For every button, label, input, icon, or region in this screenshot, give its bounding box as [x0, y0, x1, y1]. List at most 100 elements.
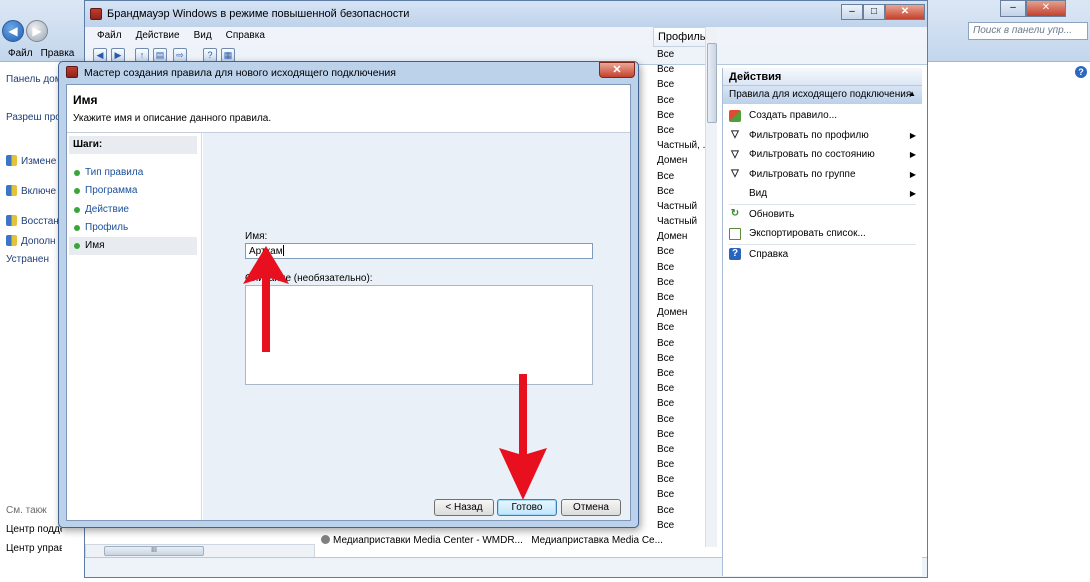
cancel-button[interactable]: Отмена — [561, 499, 621, 516]
action-help[interactable]: ? Справка — [723, 245, 922, 265]
profile-cell: Все — [657, 109, 675, 121]
sidebar-link-support[interactable]: Центр подде — [6, 524, 62, 535]
profile-cell: Все — [657, 519, 675, 531]
forward-icon[interactable]: ▶ — [26, 20, 48, 42]
action-export[interactable]: Экспортировать список... — [723, 224, 922, 244]
sidebar-item-advanced[interactable]: Дополн — [6, 235, 62, 247]
properties-icon[interactable]: ▦ — [221, 48, 235, 62]
profile-cell: Частный, . — [657, 140, 706, 152]
rules-vertical-scrollbar[interactable] — [705, 27, 717, 547]
submenu-arrow-icon: ▶ — [909, 130, 916, 140]
minimize-icon[interactable]: – — [841, 4, 863, 20]
action-filter-group[interactable]: ▽ Фильтровать по группе ▶ — [723, 165, 922, 185]
profile-cell: Все — [657, 474, 675, 486]
filter-icon: ▽ — [731, 168, 739, 180]
rule-name-input[interactable]: Арткам — [245, 243, 593, 259]
back-button[interactable]: < Назад — [434, 499, 494, 516]
firewall-titlebar: Брандмауэр Windows в режиме повышенной б… — [85, 1, 927, 27]
red-arrow-up-annotation — [243, 246, 289, 352]
profile-cell: Все — [657, 276, 675, 288]
menu-help[interactable]: Справка — [226, 27, 265, 45]
action-filter-profile[interactable]: ▽ Фильтровать по профилю ▶ — [723, 126, 922, 146]
maximize-icon[interactable]: □ — [863, 4, 885, 20]
collapse-icon[interactable]: ▲ — [908, 89, 916, 98]
table-row[interactable]: Медиаприставки Media Center - WMDR... Ме… — [321, 533, 717, 549]
menu-file[interactable]: Файл — [97, 27, 122, 45]
submenu-arrow-icon: ▶ — [909, 189, 916, 198]
step-action[interactable]: Действие — [69, 201, 197, 219]
action-view[interactable]: Вид ▶ — [723, 184, 922, 204]
wizard-steps: Шаги: Тип правила Программа Действие Про… — [67, 133, 202, 520]
export-icon — [729, 227, 741, 240]
profile-cell: Все — [657, 94, 675, 106]
close-icon[interactable]: ✕ — [1026, 0, 1066, 17]
new-rule-wizard-dialog: Мастер создания правила для нового исход… — [58, 61, 639, 528]
actions-header: Действия — [723, 68, 922, 86]
up-folder-icon[interactable]: ↑ — [135, 48, 149, 62]
help-icon[interactable]: ? — [1075, 66, 1087, 78]
actions-section-outbound[interactable]: Правила для исходящего подключения ▲ — [723, 86, 922, 104]
menu-file[interactable]: Файл — [8, 45, 33, 62]
firewall-menubar: Файл Действие Вид Справка — [85, 27, 927, 45]
menu-view[interactable]: Вид — [194, 27, 212, 45]
firewall-title: Брандмауэр Windows в режиме повышенной б… — [107, 8, 410, 20]
export-list-icon[interactable]: ⇨ — [173, 48, 187, 62]
profile-cell: Домен — [657, 155, 688, 167]
profile-cell: Все — [657, 49, 675, 60]
minimize-icon[interactable]: – — [1000, 0, 1026, 17]
show-tree-icon[interactable]: ▤ — [153, 48, 167, 62]
step-name[interactable]: Имя — [69, 237, 197, 255]
name-label: Имя: — [245, 231, 268, 242]
actions-panel: Действия Правила для исходящего подключе… — [722, 68, 922, 576]
profile-cell: Все — [657, 459, 675, 471]
step-rule-type[interactable]: Тип правила — [69, 164, 197, 182]
profile-cell: Все — [657, 170, 675, 182]
action-new-rule[interactable]: Создать правило... — [723, 106, 922, 126]
firewall-icon — [90, 8, 102, 20]
profile-cell: Все — [657, 413, 675, 425]
close-icon[interactable]: ✕ — [599, 62, 635, 78]
shield-icon — [6, 155, 17, 166]
profile-cell: Все — [657, 383, 675, 395]
profile-cell: Все — [657, 428, 675, 440]
action-filter-state[interactable]: ▽ Фильтровать по состоянию ▶ — [723, 145, 922, 165]
profile-cell: Все — [657, 504, 675, 516]
shield-icon — [6, 185, 17, 196]
rule-description-textarea[interactable] — [245, 285, 593, 385]
finish-button[interactable]: Готово — [497, 499, 557, 516]
shield-icon — [6, 215, 17, 226]
sidebar-item-notifications[interactable]: Измене уведомл — [6, 155, 62, 167]
tree-horizontal-scrollbar[interactable]: III — [85, 544, 315, 558]
profile-cell: Частный — [657, 200, 698, 212]
profile-cell: Все — [657, 79, 675, 91]
close-icon[interactable]: ✕ — [885, 4, 925, 20]
menu-action[interactable]: Действие — [136, 27, 180, 45]
wizard-title: Мастер создания правила для нового исход… — [84, 67, 396, 79]
step-program[interactable]: Программа — [69, 182, 197, 200]
control-panel-search-input[interactable]: Поиск в панели упр... — [968, 22, 1088, 40]
back-arrow-icon[interactable]: ◀ — [93, 48, 107, 62]
step-profile[interactable]: Профиль — [69, 219, 197, 237]
profile-cell: Все — [657, 352, 675, 364]
menu-edit[interactable]: Правка — [41, 45, 75, 62]
sidebar-link-sharing[interactable]: Центр управ общим досту — [6, 543, 62, 554]
profile-column-header[interactable]: Профиль — [653, 27, 711, 47]
sidebar-link-allow-program[interactable]: Разреш програм через бр — [6, 112, 62, 123]
back-icon[interactable]: ◀ — [2, 20, 24, 42]
sidebar-item-restore[interactable]: Восстан — [6, 215, 62, 227]
help-icon[interactable]: ? — [203, 48, 217, 62]
profile-cell: Все — [657, 185, 675, 197]
profile-cell: Домен — [657, 307, 688, 319]
action-refresh[interactable]: ↻ Обновить — [723, 205, 922, 225]
sidebar-link-home[interactable]: Панель домашн — [6, 74, 62, 85]
nav-buttons: ◀ ▶ — [2, 20, 48, 42]
page-title: Имя — [73, 93, 98, 107]
control-panel-sidebar: Панель домашн Разреш програм через бр Из… — [0, 62, 62, 582]
profile-cell: Все — [657, 443, 675, 455]
forward-arrow-icon[interactable]: ▶ — [111, 48, 125, 62]
sidebar-item-toggle-firewall[interactable]: Включе брандма — [6, 185, 62, 197]
rule-disabled-icon — [321, 535, 330, 544]
profile-cell: Все — [657, 64, 675, 76]
wizard-titlebar: Мастер создания правила для нового исход… — [59, 62, 638, 84]
sidebar-link-troubleshoot[interactable]: Устранен — [6, 254, 62, 265]
